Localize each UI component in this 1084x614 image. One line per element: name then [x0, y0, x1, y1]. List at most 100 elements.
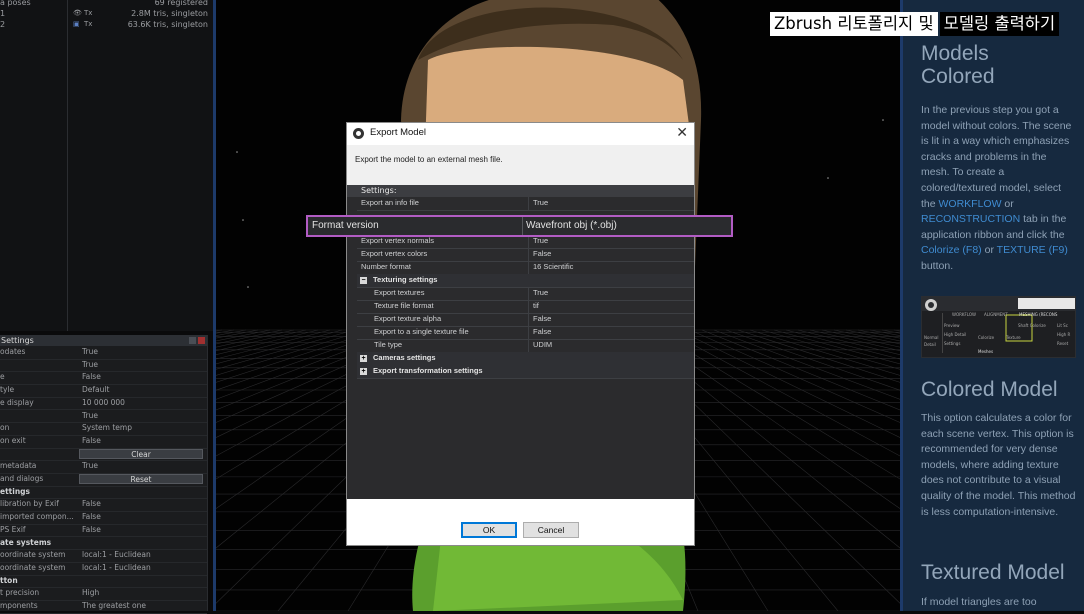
- settings-section-header[interactable]: ettings: [0, 486, 207, 500]
- dialog-button-area: [347, 499, 694, 545]
- settings-row-value[interactable]: True: [82, 346, 206, 359]
- close-icon[interactable]: ✕: [676, 125, 688, 141]
- settings-row[interactable]: on System temp: [0, 422, 207, 436]
- property-value[interactable]: False: [528, 313, 693, 326]
- video-title-banner: Zbrush 리토폴리지 및 모델링 출력하기: [770, 12, 1060, 36]
- settings-row-value[interactable]: True: [82, 410, 206, 423]
- settings-row[interactable]: oordinate system local:1 - Euclidean: [0, 549, 207, 563]
- thumb-label: MESHING (RECONS: [1019, 312, 1058, 317]
- colorize-link[interactable]: Colorize (F8): [921, 244, 982, 256]
- expand-icon[interactable]: +: [360, 368, 367, 375]
- format-version-value[interactable]: Wavefront obj (*.obj): [526, 217, 617, 235]
- property-group[interactable]: + Export transformation settings: [357, 365, 694, 379]
- settings-row-value[interactable]: False: [82, 498, 206, 511]
- dialog-title-bar[interactable]: Export Model ✕: [347, 123, 694, 145]
- settings-row[interactable]: tyle Default: [0, 384, 207, 398]
- property-row[interactable]: Export texture alpha False: [357, 313, 694, 327]
- settings-row-value[interactable]: local:1 - Euclidean: [82, 549, 206, 562]
- texture-tag: Tx: [84, 20, 93, 28]
- property-row[interactable]: Texture file format tif: [357, 300, 694, 314]
- help-paragraph: In the previous step you got a model wit…: [921, 104, 1072, 272]
- settings-row[interactable]: Clear: [0, 448, 207, 462]
- expand-icon[interactable]: +: [360, 355, 367, 362]
- settings-row[interactable]: mponents The greatest one: [0, 600, 207, 614]
- texture-tag: Tx: [84, 9, 93, 17]
- settings-section-header[interactable]: tton: [0, 575, 207, 589]
- settings-row[interactable]: metadata True: [0, 460, 207, 474]
- format-version-row[interactable]: Format version Wavefront obj (*.obj): [306, 215, 733, 237]
- settings-section-header[interactable]: ate systems: [0, 537, 207, 551]
- grid-line: [213, 329, 343, 366]
- settings-row[interactable]: True: [0, 410, 207, 424]
- close-icon[interactable]: [198, 337, 205, 344]
- outliner-row-info: 69 registered: [154, 0, 208, 7]
- settings-row-value[interactable]: False: [82, 524, 206, 537]
- property-value[interactable]: 16 Scientific: [528, 261, 693, 274]
- settings-row-value[interactable]: True: [82, 359, 206, 372]
- property-value[interactable]: False: [528, 326, 693, 339]
- collapse-icon[interactable]: −: [360, 277, 367, 284]
- settings-row-key: t precision: [0, 588, 40, 598]
- property-value[interactable]: True: [528, 287, 693, 300]
- outliner-row[interactable]: 2 ▣ Tx 63.6K tris, singleton: [0, 19, 213, 30]
- settings-row-value[interactable]: False: [82, 435, 206, 448]
- settings-row-key: e display: [0, 397, 34, 407]
- property-row[interactable]: Export vertex colors False: [357, 248, 694, 262]
- visibility-box-icon[interactable]: ▣: [73, 19, 80, 30]
- cancel-button[interactable]: Cancel: [523, 522, 579, 538]
- settings-row-key: on: [0, 423, 10, 433]
- settings-row[interactable]: t precision High: [0, 587, 207, 601]
- settings-row[interactable]: libration by Exif False: [0, 498, 207, 513]
- clear-button[interactable]: Clear: [79, 448, 203, 459]
- ok-button[interactable]: OK: [461, 522, 517, 538]
- property-group[interactable]: − Texturing settings: [357, 274, 694, 288]
- banner-text-black: 모델링 출력하기: [939, 12, 1060, 36]
- settings-row[interactable]: True: [0, 359, 207, 373]
- settings-row-key: e: [0, 372, 5, 382]
- settings-row-key: oordinate system: [0, 550, 66, 560]
- settings-row-value[interactable]: True: [82, 460, 206, 473]
- property-value[interactable]: True: [528, 197, 693, 210]
- settings-row[interactable]: on exit False: [0, 435, 207, 449]
- property-key: Tile type: [374, 340, 403, 349]
- settings-row[interactable]: odates True: [0, 346, 207, 360]
- settings-row[interactable]: e display 10 000 000: [0, 397, 207, 411]
- settings-row-value[interactable]: False: [82, 371, 206, 384]
- settings-row[interactable]: imported compon... False: [0, 511, 207, 525]
- reset-button[interactable]: Reset: [79, 474, 203, 484]
- outliner-row[interactable]: a poses 69 registered: [0, 0, 213, 8]
- property-key: Export texture alpha: [374, 314, 442, 323]
- thumb-label: Colorize: [978, 335, 995, 340]
- settings-row-value[interactable]: 10 000 000: [82, 397, 206, 410]
- dock-icon[interactable]: [189, 337, 196, 344]
- help-heading: Textured Model: [921, 561, 1065, 584]
- property-row[interactable]: Export to a single texture file False: [357, 326, 694, 340]
- property-group[interactable]: + Cameras settings: [357, 352, 694, 366]
- property-value[interactable]: False: [528, 248, 693, 261]
- reconstruction-link[interactable]: RECONSTRUCTION: [921, 213, 1020, 225]
- settings-row-value[interactable]: local:1 - Euclidean: [82, 562, 206, 575]
- workflow-link[interactable]: WORKFLOW: [939, 198, 1002, 210]
- outliner-row[interactable]: 1 👁 Tx 2.8M tris, singleton: [0, 8, 213, 19]
- settings-row-key: odates: [0, 347, 26, 356]
- property-key: Number format: [361, 262, 412, 271]
- settings-row[interactable]: oordinate system local:1 - Euclidean: [0, 562, 207, 576]
- property-value[interactable]: UDIM: [528, 339, 693, 352]
- settings-row[interactable]: and dialogs Reset: [0, 473, 207, 487]
- settings-row-value[interactable]: System temp: [82, 422, 206, 435]
- settings-row[interactable]: e False: [0, 371, 207, 386]
- texture-link[interactable]: TEXTURE (F9): [997, 244, 1068, 256]
- settings-row[interactable]: PS Exif False: [0, 524, 207, 538]
- banner-text-white: Zbrush 리토폴리지 및: [770, 12, 938, 36]
- property-row[interactable]: Export vertex normals True: [357, 235, 694, 249]
- property-row[interactable]: Export an info file True: [357, 197, 694, 211]
- eye-icon[interactable]: 👁: [73, 8, 82, 19]
- property-row[interactable]: Export textures True: [357, 287, 694, 301]
- property-value[interactable]: tif: [528, 300, 693, 313]
- property-row[interactable]: Tile type UDIM: [357, 339, 694, 353]
- grid-line: [761, 329, 903, 371]
- property-row[interactable]: Number format 16 Scientific: [357, 261, 694, 275]
- settings-row-value[interactable]: Default: [82, 384, 206, 397]
- settings-row-value[interactable]: False: [82, 511, 206, 524]
- settings-row-value[interactable]: High: [82, 587, 206, 600]
